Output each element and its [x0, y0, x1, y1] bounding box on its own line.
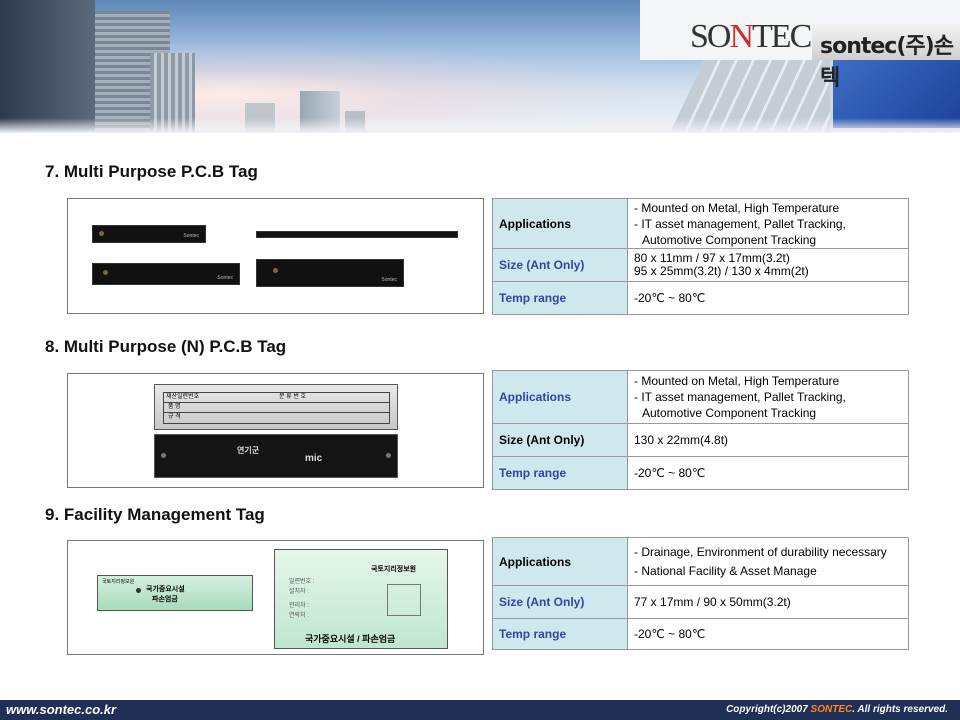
section-title-9: 9. Facility Management Tag	[45, 505, 265, 524]
pcb-tag: Sontec	[92, 225, 206, 243]
header-banner: SONTEC sontec(주)손텍	[0, 0, 960, 133]
spec-value: -20℃ ~ 80℃	[627, 456, 909, 490]
spec-label: Temp range	[492, 618, 628, 650]
pcb-tag	[256, 231, 458, 238]
sontec-logo[interactable]: SONTEC	[690, 18, 812, 56]
pcb-tag-photo: Sontec Sontec Sontec	[67, 198, 484, 314]
spec-row: Applications - Drainage, Environment of …	[492, 537, 909, 586]
spec-row: Applications - Mounted on Metal, High Te…	[492, 198, 909, 249]
spec-value: - Mounted on Metal, High Temperature - IT…	[627, 198, 909, 249]
spec-value: - Mounted on Metal, High Temperature - IT…	[627, 370, 909, 424]
spec-value: -20℃ ~ 80℃	[627, 281, 909, 315]
spec-label: Size (Ant Only)	[492, 423, 628, 457]
section-title-7: 7. Multi Purpose P.C.B Tag	[45, 162, 258, 181]
spec-label: Applications	[492, 537, 628, 586]
footer-bar: www.sontec.co.kr Copyright(c)2007 SONTEC…	[0, 700, 960, 720]
spec-table-8: Applications - Mounted on Metal, High Te…	[492, 370, 909, 490]
spec-row: Size (Ant Only) 80 x 11mm / 97 x 17mm(3.…	[492, 248, 909, 282]
spec-value: -20℃ ~ 80℃	[627, 618, 909, 650]
section-title-8: 8. Multi Purpose (N) P.C.B Tag	[45, 337, 287, 356]
spec-value: 77 x 17mm / 90 x 50mm(3.2t)	[627, 585, 909, 619]
copyright-notice: Copyright(c)2007 SONTEC. All rights rese…	[726, 704, 948, 715]
spec-value: 80 x 11mm / 97 x 17mm(3.2t) 95 x 25mm(3.2…	[627, 248, 909, 282]
website-link[interactable]: www.sontec.co.kr	[6, 702, 116, 717]
brand-label: sontec(주)손텍	[820, 34, 954, 91]
spec-row: Size (Ant Only) 77 x 17mm / 90 x 50mm(3.…	[492, 585, 909, 619]
spec-row: Size (Ant Only) 130 x 22mm(4.8t)	[492, 423, 909, 457]
spec-label: Size (Ant Only)	[492, 585, 628, 619]
asset-plate: 재산일련번호 분 류 번 호 품 명 규 격	[154, 384, 398, 430]
facility-tag-large: 국토지리정보원 일련번호 : 설치자 : 관리자 : 연락처 : 국가중요시설 …	[274, 549, 448, 649]
spec-label: Temp range	[492, 456, 628, 490]
pcb-tag: Sontec	[92, 263, 240, 285]
spec-row: Temp range -20℃ ~ 80℃	[492, 281, 909, 315]
spec-row: Applications - Mounted on Metal, High Te…	[492, 370, 909, 424]
spec-label: Applications	[492, 370, 628, 424]
spec-label: Applications	[492, 198, 628, 249]
spec-row: Temp range -20℃ ~ 80℃	[492, 618, 909, 650]
facility-tag-photo: 국토지리정보원 국가중요시설 파손엄금 국토지리정보원 일련번호 : 설치자 :…	[67, 540, 484, 655]
spec-value: - Drainage, Environment of durability ne…	[627, 537, 909, 586]
spec-table-9: Applications - Drainage, Environment of …	[492, 537, 909, 650]
facility-tag-small: 국토지리정보원 국가중요시설 파손엄금	[97, 575, 253, 611]
building-graphic	[0, 0, 95, 133]
pcb-tag: Sontec	[256, 259, 404, 287]
spec-value: 130 x 22mm(4.8t)	[627, 423, 909, 457]
spec-label: Size (Ant Only)	[492, 248, 628, 282]
n-pcb-tag-photo: 재산일련번호 분 류 번 호 품 명 규 격 연기군 mic	[67, 373, 484, 488]
asset-plate-black: 연기군 mic	[154, 434, 398, 478]
spec-row: Temp range -20℃ ~ 80℃	[492, 456, 909, 490]
spec-label: Temp range	[492, 281, 628, 315]
qr-box	[387, 584, 421, 616]
spec-table-7: Applications - Mounted on Metal, High Te…	[492, 198, 909, 315]
